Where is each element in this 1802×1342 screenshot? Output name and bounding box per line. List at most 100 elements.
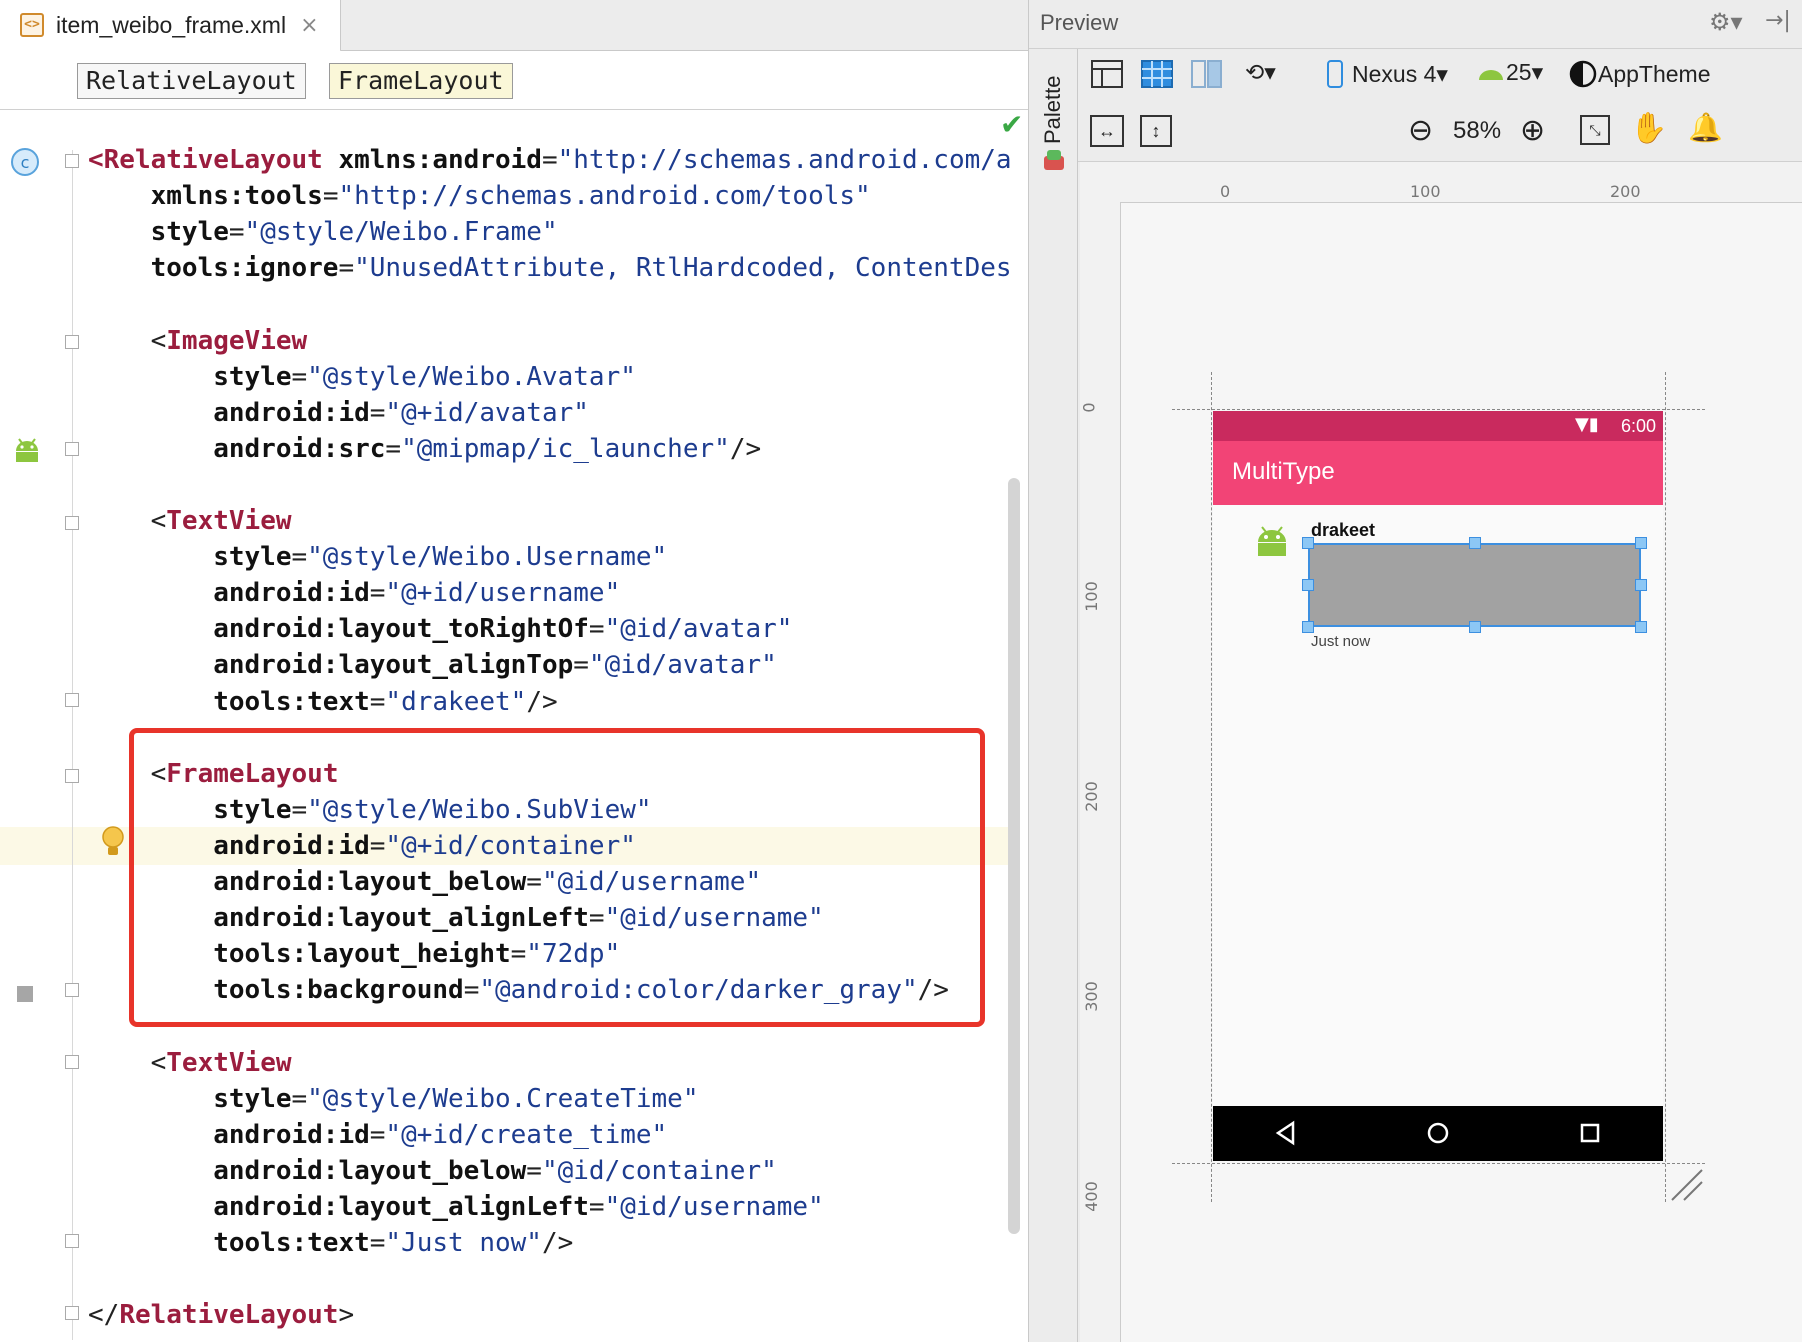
code-line[interactable]: <TextView <box>88 503 292 539</box>
orientation-icon[interactable]: ⟲▾ <box>1245 59 1276 86</box>
code-line[interactable]: tools:ignore="UnusedAttribute, RtlHardco… <box>88 250 1012 286</box>
code-line[interactable]: style="@style/Weibo.Username" <box>88 539 667 575</box>
code-line[interactable]: </RelativeLayout> <box>88 1297 354 1333</box>
pan-hand-icon[interactable]: ✋ <box>1630 111 1667 146</box>
fold-marker[interactable] <box>65 335 79 349</box>
fold-marker[interactable] <box>65 516 79 530</box>
zoom-fit-icon[interactable]: ⤡ <box>1580 115 1610 145</box>
preview-create-time[interactable]: Just now <box>1311 633 1370 650</box>
notifications-icon[interactable]: 🔔 <box>1688 111 1723 144</box>
code-line[interactable]: tools:text="drakeet"/> <box>88 684 558 720</box>
code-token: = <box>291 1083 308 1114</box>
fold-marker[interactable] <box>65 693 79 707</box>
code-line[interactable]: android:layout_below="@id/container" <box>88 1153 777 1189</box>
api-selector[interactable]: 25 ▾ <box>1476 59 1543 86</box>
device-selector[interactable]: Nexus 4 ▾ <box>1326 59 1448 89</box>
close-tab-icon[interactable]: × <box>300 13 318 38</box>
code-line[interactable]: android:src="@mipmap/ic_launcher"/> <box>88 431 761 467</box>
ruler-v-label: 0 <box>1079 402 1099 413</box>
fold-marker[interactable] <box>65 154 79 168</box>
preview-container[interactable] <box>1308 543 1641 627</box>
class-icon[interactable]: c <box>10 147 40 177</box>
code-token: "@style/Weibo.Avatar" <box>307 361 636 392</box>
palette-tab[interactable]: Palette <box>1040 70 1068 150</box>
avatar[interactable] <box>1255 526 1289 558</box>
android-icon[interactable] <box>13 437 41 463</box>
code-token: </ <box>88 1300 120 1331</box>
code-token: android:id <box>88 397 370 428</box>
file-tab[interactable]: <> item_weibo_frame.xml × <box>0 0 341 53</box>
code-line[interactable]: style="@style/Weibo.CreateTime" <box>88 1081 698 1117</box>
code-line[interactable]: <ImageView <box>88 323 308 359</box>
svg-text:c: c <box>21 153 30 172</box>
android-api-icon <box>1479 69 1503 80</box>
breadcrumb-relativelayout[interactable]: RelativeLayout <box>77 63 306 99</box>
zoom-out-icon[interactable]: ⊖ <box>1408 113 1433 148</box>
preview-username[interactable]: drakeet <box>1311 520 1375 541</box>
code-token: tools:ignore <box>88 253 339 284</box>
resize-handle[interactable] <box>1302 537 1314 549</box>
fold-marker[interactable] <box>65 769 79 783</box>
fold-marker[interactable] <box>65 983 79 997</box>
theme-selector[interactable]: AppTheme <box>1568 59 1711 89</box>
code-line[interactable]: style="@style/Weibo.Frame" <box>88 214 558 250</box>
code-token: /> <box>541 1228 574 1258</box>
palette-icon[interactable] <box>1041 148 1067 174</box>
zoom-level: 58% <box>1453 117 1502 144</box>
xml-file-icon: <> <box>20 13 44 37</box>
code-token: android:layout_below <box>88 1155 527 1186</box>
resize-handle[interactable] <box>1469 621 1481 633</box>
resize-handle[interactable] <box>1302 621 1314 633</box>
resize-vertical-icon[interactable]: ↕ <box>1140 115 1172 147</box>
ruler-h-label: 100 <box>1410 182 1441 201</box>
device-screen[interactable] <box>1213 411 1663 1161</box>
preview-title: Preview <box>1040 10 1119 35</box>
resize-handle[interactable] <box>1635 621 1647 633</box>
code-line[interactable]: android:id="@+id/avatar" <box>88 395 589 431</box>
resize-handle[interactable] <box>1302 579 1314 591</box>
resize-handle[interactable] <box>1635 537 1647 549</box>
resize-corner-icon[interactable] <box>1668 1166 1706 1204</box>
resize-handle[interactable] <box>1635 579 1647 591</box>
code-token: = <box>369 578 386 609</box>
code-token: = <box>588 614 605 645</box>
code-token: = <box>291 542 308 573</box>
resize-horizontal-icon[interactable]: ↔ <box>1090 115 1124 147</box>
inspection-ok-icon[interactable]: ✔ <box>1000 108 1023 141</box>
code-line[interactable]: tools:text="Just now"/> <box>88 1225 573 1261</box>
code-token: /> <box>526 686 558 717</box>
breadcrumb-framelayout[interactable]: FrameLayout <box>329 63 513 99</box>
code-line[interactable]: style="@style/Weibo.Avatar" <box>88 359 636 395</box>
hide-panel-icon[interactable]: →| <box>1765 8 1791 33</box>
code-token: = <box>228 217 245 248</box>
code-token: < <box>88 506 167 536</box>
zoom-in-icon[interactable]: ⊕ <box>1520 113 1545 148</box>
recents-icon[interactable] <box>1577 1120 1603 1146</box>
app-title: MultiType <box>1232 458 1335 485</box>
fold-marker[interactable] <box>65 1234 79 1248</box>
fold-marker[interactable] <box>65 1055 79 1069</box>
fold-marker[interactable] <box>65 1306 79 1320</box>
code-line[interactable]: <RelativeLayout xmlns:android="http://sc… <box>88 142 1012 178</box>
code-line[interactable]: <TextView <box>88 1045 292 1081</box>
code-token: tools:text <box>88 1228 370 1258</box>
gear-icon[interactable]: ⚙▾ <box>1709 8 1743 36</box>
design-view-icon[interactable] <box>1090 57 1124 91</box>
both-views-icon[interactable] <box>1190 57 1224 91</box>
resize-handle[interactable] <box>1469 537 1481 549</box>
code-line[interactable]: android:id="@+id/username" <box>88 575 620 611</box>
back-icon[interactable] <box>1273 1120 1299 1146</box>
fold-marker[interactable] <box>65 442 79 456</box>
code-token: ImageView <box>166 325 308 356</box>
code-line[interactable]: android:layout_alignLeft="@id/username" <box>88 1189 824 1225</box>
code-line[interactable]: android:layout_alignTop="@id/avatar" <box>88 647 777 683</box>
breadcrumb: RelativeLayout FrameLayout <box>0 51 1028 110</box>
code-line[interactable]: android:layout_toRightOf="@id/avatar" <box>88 611 792 647</box>
blueprint-view-icon[interactable] <box>1140 57 1174 91</box>
code-line[interactable]: android:id="@+id/create_time" <box>88 1117 667 1153</box>
code-token: = <box>338 253 355 284</box>
editor-scrollbar[interactable] <box>1008 478 1020 1234</box>
home-icon[interactable] <box>1425 1120 1451 1146</box>
color-swatch-icon[interactable] <box>17 986 33 1002</box>
code-line[interactable]: xmlns:tools="http://schemas.android.com/… <box>88 178 871 214</box>
